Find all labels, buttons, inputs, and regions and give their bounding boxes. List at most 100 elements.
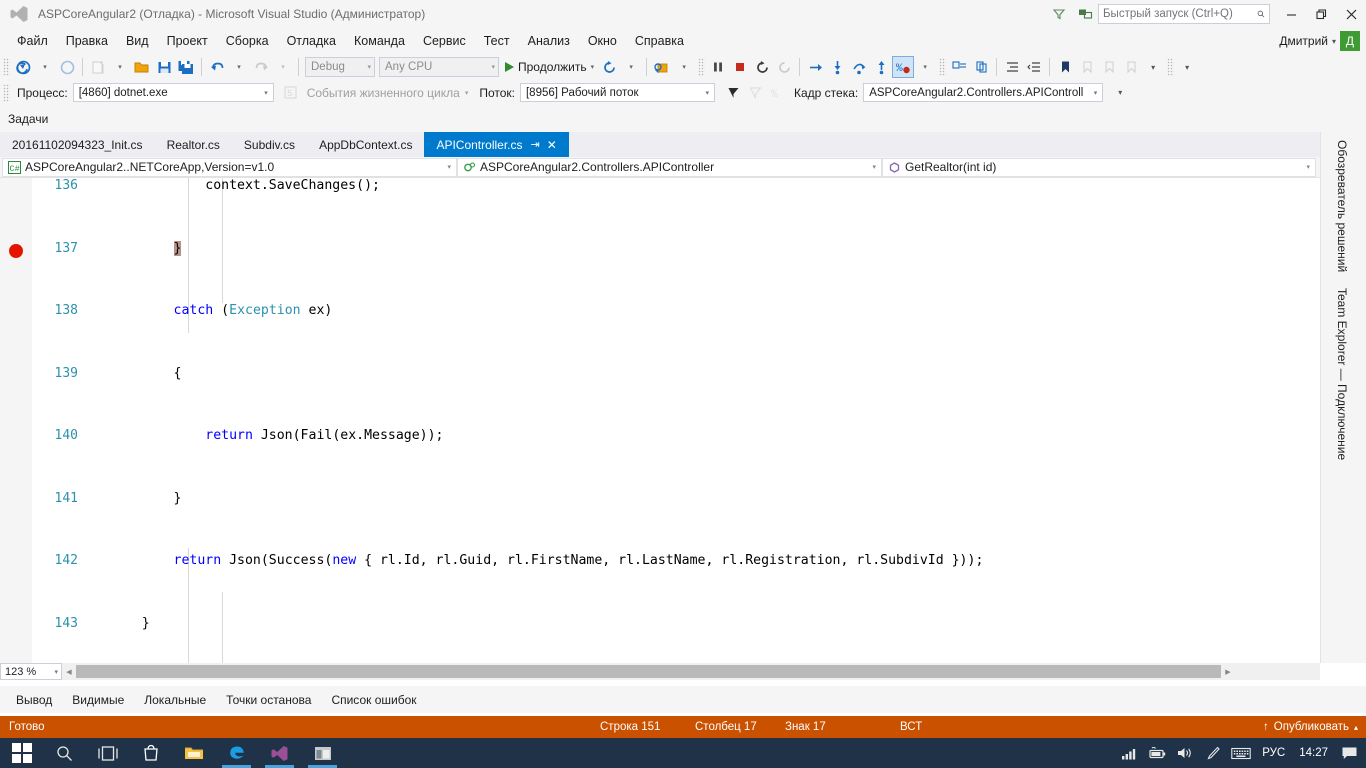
next-bookmark-icon[interactable] (1098, 56, 1120, 78)
editor-horizontal-scrollbar-row[interactable]: 123 % ▾ ◀ ▶ (0, 663, 1320, 680)
code-line[interactable]: 140 return Json(Fail(ex.Message)); (0, 344, 1320, 443)
code-line[interactable]: 144 (0, 510, 1320, 531)
code-editor[interactable]: 136 context.SaveChanges(); 137 } 138 cat… (0, 178, 1320, 663)
menu-view[interactable]: Вид (117, 31, 158, 51)
new-project-dropdown[interactable]: ▾ (109, 56, 131, 78)
undo-icon[interactable] (206, 56, 228, 78)
navigate-forward-button[interactable] (56, 56, 78, 78)
menu-build[interactable]: Сборка (217, 31, 278, 51)
new-project-icon[interactable] (87, 56, 109, 78)
file-explorer-button[interactable] (172, 738, 215, 768)
restart-debug-icon[interactable] (751, 56, 773, 78)
battery-icon[interactable] (1144, 738, 1170, 768)
visual-studio-button[interactable] (258, 738, 301, 768)
menu-debug[interactable]: Отладка (278, 31, 345, 51)
code-line[interactable]: 137 } (0, 220, 1320, 258)
continue-button[interactable]: Продолжить ▾ (501, 56, 598, 78)
open-file-icon[interactable] (131, 56, 153, 78)
bottom-tab-watch[interactable]: Видимые (62, 689, 134, 711)
tab-apicontroller[interactable]: APIController.cs ⇥ ✕ (424, 132, 569, 157)
code-line[interactable]: − 146 public IActionResult GetRealtor(in… (0, 593, 1320, 614)
show-next-statement-icon[interactable] (773, 56, 795, 78)
undo-dropdown[interactable]: ▾ (228, 56, 250, 78)
dock-tab-solution-explorer[interactable]: Обозреватель решений (1335, 132, 1349, 280)
code-line[interactable]: 142 return Json(Success(new { rl.Id, rl.… (0, 427, 1320, 568)
code-line[interactable]: 143 } (0, 469, 1320, 631)
step-out-icon[interactable] (870, 56, 892, 78)
lifecycle-events-icon[interactable]: 5 (280, 82, 302, 104)
thread-combo[interactable]: [8956] Рабочий поток ▾ (519, 83, 715, 102)
chevron-down-icon[interactable]: ▾ (1332, 37, 1336, 46)
menu-window[interactable]: Окно (579, 31, 626, 51)
avatar[interactable]: Д (1340, 31, 1360, 51)
scroll-left-arrow-icon[interactable]: ◀ (62, 668, 76, 676)
chevron-down-icon[interactable]: ▾ (591, 63, 595, 71)
quick-launch-input[interactable] (1103, 8, 1257, 20)
toggle-breakpoint-icon[interactable]: % (892, 56, 915, 78)
language-indicator[interactable]: РУС (1256, 747, 1291, 759)
navigate-backward-button[interactable] (12, 56, 34, 78)
stop-debugging-icon[interactable] (729, 56, 751, 78)
chevron-up-icon[interactable]: ▴ (1354, 723, 1358, 732)
zoom-level-combo[interactable]: 123 % ▾ (0, 663, 62, 680)
tab-appdbcontext[interactable]: AppDbContext.cs (307, 132, 425, 157)
comment-block-icon[interactable] (948, 56, 970, 78)
breakpoint-dropdown[interactable]: ▾ (914, 56, 936, 78)
solution-configuration-combo[interactable]: Debug ▾ (305, 57, 375, 77)
process-combo[interactable]: [4860] dotnet.exe ▾ (72, 83, 274, 102)
notifications-icon[interactable] (1336, 738, 1362, 768)
attach-dropdown[interactable]: ▾ (673, 56, 695, 78)
toolbar-grip[interactable] (1167, 58, 1175, 76)
step-over-icon[interactable] (848, 56, 870, 78)
solution-platform-combo[interactable]: Any CPU ▾ (379, 57, 499, 77)
decrease-indent-icon[interactable] (1023, 56, 1045, 78)
status-publish[interactable]: ↑ Опубликовать ▴ (1263, 721, 1358, 733)
uncomment-block-icon[interactable] (970, 56, 992, 78)
tab-subdiv[interactable]: Subdiv.cs (231, 132, 308, 157)
code-line[interactable]: 138 catch (Exception ex) (0, 261, 1320, 318)
chevron-down-icon[interactable]: ▾ (465, 89, 475, 97)
menu-analyze[interactable]: Анализ (519, 31, 579, 51)
redo-dropdown[interactable]: ▾ (272, 56, 294, 78)
menu-test[interactable]: Тест (475, 31, 519, 51)
start-button[interactable] (0, 738, 43, 768)
break-all-icon[interactable] (707, 56, 729, 78)
menu-team[interactable]: Команда (345, 31, 414, 51)
code-lines[interactable]: 136 context.SaveChanges(); 137 } 138 cat… (0, 178, 1320, 663)
breakpoint-marker[interactable] (9, 243, 23, 258)
step-into-arrow-icon[interactable] (804, 56, 826, 78)
pen-input-icon[interactable] (1200, 738, 1226, 768)
feedback-bubble-icon[interactable] (1072, 1, 1098, 27)
code-line[interactable]: 136 context.SaveChanges(); (0, 178, 1320, 199)
debugbar-overflow-icon[interactable]: ▾ (1109, 82, 1131, 104)
microsoft-store-button[interactable] (129, 738, 172, 768)
bottom-tab-output[interactable]: Вывод (6, 689, 62, 711)
save-all-icon[interactable] (175, 56, 197, 78)
code-line[interactable]: 139 { (0, 303, 1320, 381)
menu-tools[interactable]: Сервис (414, 31, 475, 51)
network-signal-icon[interactable] (1116, 738, 1142, 768)
member-combo[interactable]: GetRealtor(int id) ▾ (882, 157, 1316, 177)
unflag-thread-icon[interactable] (745, 82, 767, 104)
clock[interactable]: 14:27 (1293, 747, 1334, 759)
menu-edit[interactable]: Правка (57, 31, 117, 51)
toolbar-grip[interactable] (698, 58, 706, 76)
stack-frame-combo[interactable]: ASPCoreAngular2.Controllers.APIControll … (863, 83, 1104, 102)
code-line[interactable]: 145 [HttpGet, Route("/api/realtor/get/{i… (0, 552, 1320, 573)
toolbar-grip[interactable] (939, 58, 947, 76)
window-app-button[interactable] (301, 738, 344, 768)
scroll-right-arrow-icon[interactable]: ▶ (1221, 668, 1235, 676)
restore-button[interactable] (1306, 0, 1336, 28)
project-combo[interactable]: C# ASPCoreAngular2..NETCoreApp,Version=v… (2, 157, 457, 177)
toolbar-options-icon[interactable]: ▾ (1176, 56, 1198, 78)
clear-bookmarks-icon[interactable] (1120, 56, 1142, 78)
code-line[interactable]: 141 } (0, 386, 1320, 506)
redo-icon[interactable] (250, 56, 272, 78)
menu-help[interactable]: Справка (626, 31, 693, 51)
tab-init-migration[interactable]: 20161102094323_Init.cs (0, 132, 155, 157)
code-line[interactable]: 147 { (0, 635, 1320, 656)
menu-project[interactable]: Проект (158, 31, 217, 51)
previous-bookmark-icon[interactable] (1076, 56, 1098, 78)
close-button[interactable] (1336, 0, 1366, 28)
toolbar-grip[interactable] (3, 58, 10, 76)
